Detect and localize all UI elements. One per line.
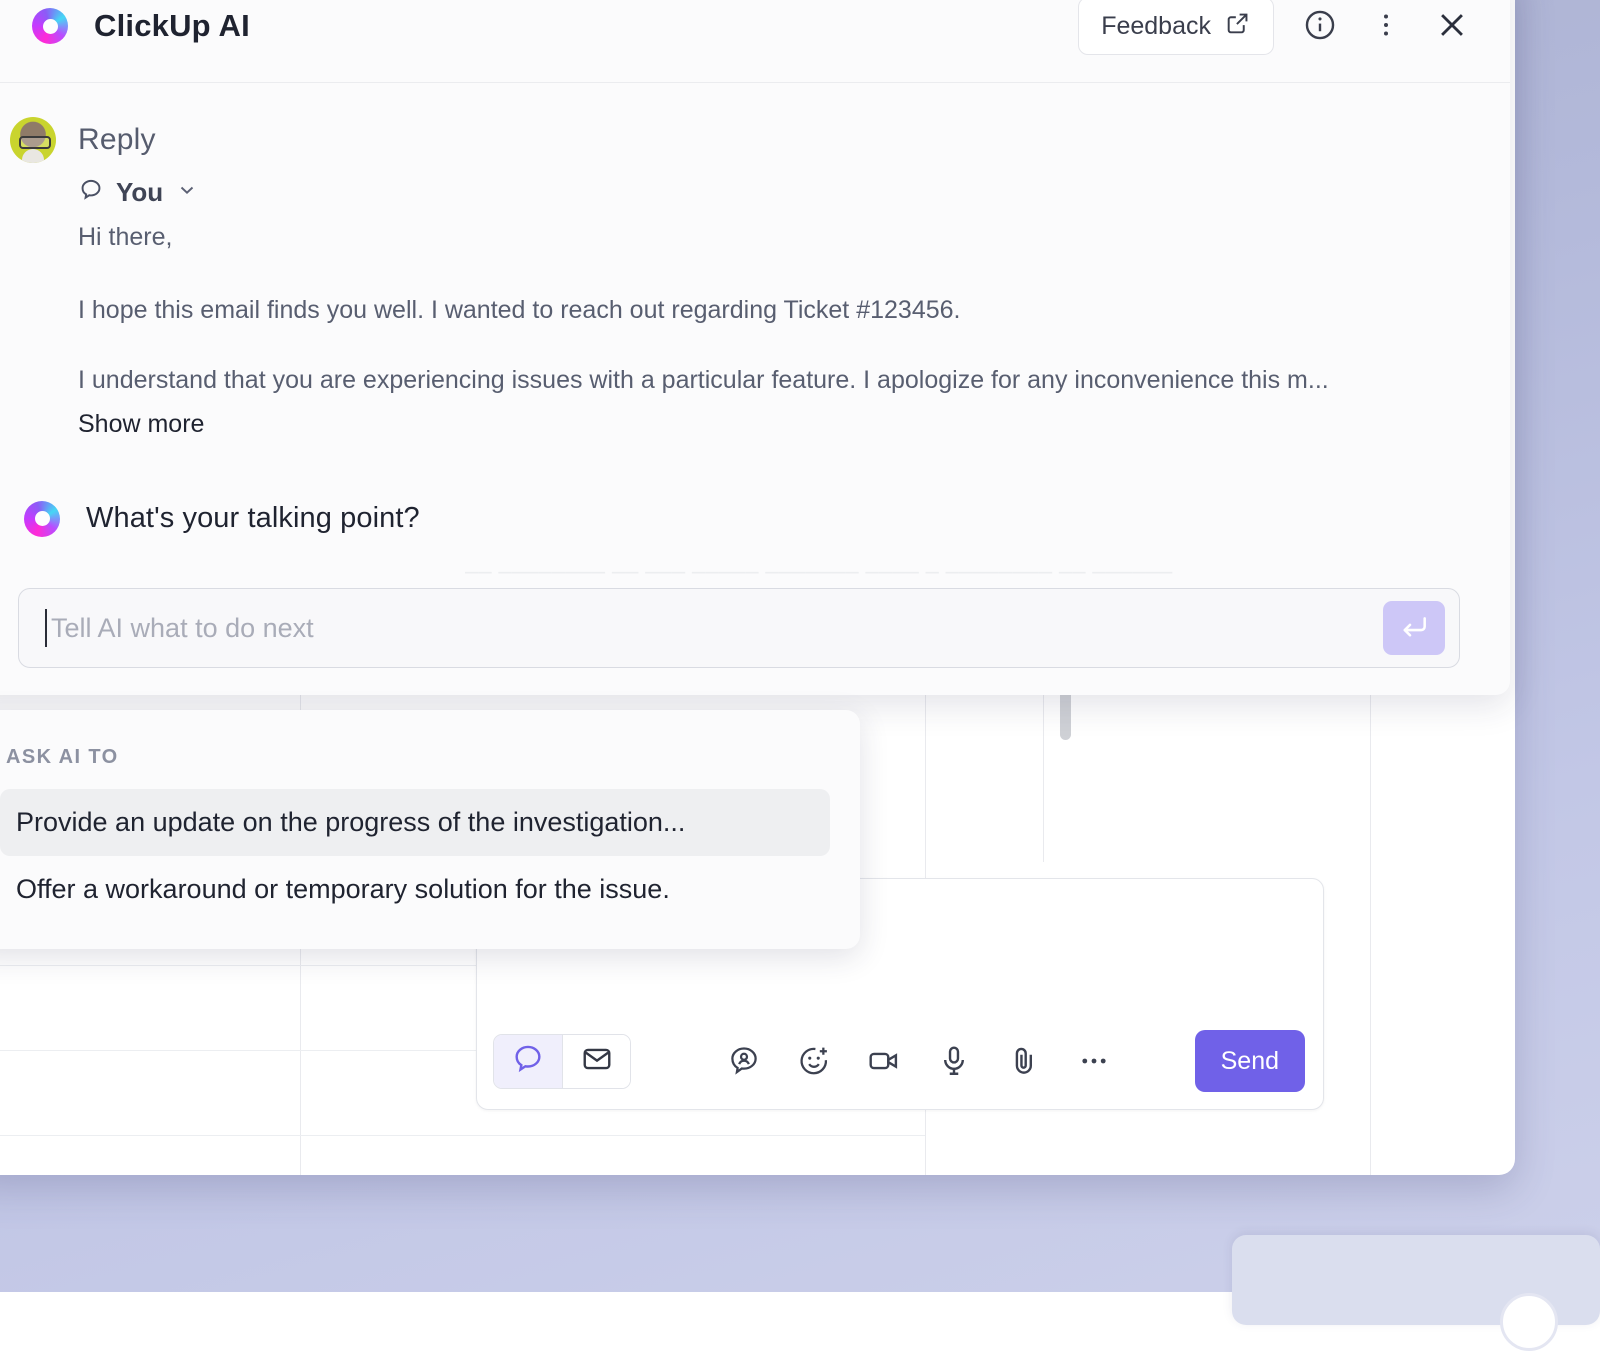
ai-prompt-row: What's your talking point?	[24, 501, 1470, 537]
video-camera-icon[interactable]	[867, 1044, 901, 1078]
suggestion-item[interactable]: Offer a workaround or temporary solution…	[0, 856, 830, 923]
comment-bubble-icon	[78, 177, 104, 208]
mode-email-button[interactable]	[562, 1035, 630, 1088]
attachment-paperclip-icon[interactable]	[1007, 1044, 1041, 1078]
info-circle-icon	[1303, 8, 1337, 45]
composer-mode-toggle	[493, 1034, 631, 1089]
panel-circle-icon	[1500, 1293, 1558, 1351]
reply-author-name: You	[116, 177, 163, 208]
more-options-button[interactable]	[1366, 6, 1406, 46]
reply-header: Reply	[10, 117, 1470, 163]
email-paragraph-1: I hope this email finds you well. I want…	[78, 295, 1470, 326]
background-bleed-text: –– –––––––– –– ––– ––––– ––––––– –––– – …	[465, 558, 1172, 586]
enter-return-icon	[1398, 611, 1430, 646]
comment-bubble-icon	[511, 1042, 545, 1081]
reply-label: Reply	[78, 123, 156, 157]
feedback-button[interactable]: Feedback	[1078, 0, 1274, 55]
external-link-icon	[1225, 10, 1251, 43]
email-greeting: Hi there,	[78, 222, 1470, 253]
mode-comment-button[interactable]	[494, 1035, 562, 1088]
close-button[interactable]	[1432, 6, 1472, 46]
more-horizontal-icon[interactable]	[1077, 1044, 1111, 1078]
bottom-floating-panel[interactable]	[1232, 1235, 1600, 1325]
show-more-link[interactable]: Show more	[78, 410, 204, 439]
scrollbar-track[interactable]	[1043, 670, 1044, 862]
envelope-icon	[581, 1043, 613, 1080]
avatar	[10, 117, 56, 163]
clickup-ai-logo-icon	[32, 8, 68, 44]
panel-divider	[1370, 670, 1371, 1175]
email-paragraph-2: I understand that you are experiencing i…	[78, 365, 1470, 396]
ai-input[interactable]	[47, 613, 1383, 644]
email-body: Hi there, I hope this email finds you we…	[78, 222, 1470, 439]
chevron-down-icon[interactable]	[175, 178, 199, 207]
close-icon	[1434, 7, 1470, 46]
modal-header: ClickUp AI Feedback	[0, 0, 1510, 83]
composer-toolbar: Send	[493, 1029, 1305, 1093]
microphone-icon[interactable]	[937, 1044, 971, 1078]
composer-tools	[727, 1044, 1111, 1078]
ai-submit-button[interactable]	[1383, 601, 1445, 655]
send-button[interactable]: Send	[1195, 1030, 1305, 1092]
clickup-ai-logo-icon	[24, 501, 60, 537]
kebab-menu-icon	[1371, 10, 1401, 43]
ask-ai-dropdown: ASK AI TO Provide an update on the progr…	[0, 710, 860, 949]
header-actions: Feedback	[1078, 0, 1472, 55]
row-divider	[0, 1135, 925, 1136]
ai-input-container[interactable]	[18, 588, 1460, 668]
clickup-ai-modal: ClickUp AI Feedback	[0, 0, 1510, 695]
dropdown-heading: ASK AI TO	[6, 746, 830, 769]
mention-icon[interactable]	[727, 1044, 761, 1078]
info-button[interactable]	[1300, 6, 1340, 46]
modal-body: Reply You Hi there, I hope this email fi…	[0, 83, 1510, 537]
modal-title: ClickUp AI	[94, 8, 250, 44]
ai-prompt-text: What's your talking point?	[86, 502, 420, 535]
add-emoji-icon[interactable]	[797, 1044, 831, 1078]
feedback-button-label: Feedback	[1101, 12, 1211, 41]
reply-author-row[interactable]: You	[78, 177, 1470, 208]
suggestion-item[interactable]: Provide an update on the progress of the…	[0, 789, 830, 856]
